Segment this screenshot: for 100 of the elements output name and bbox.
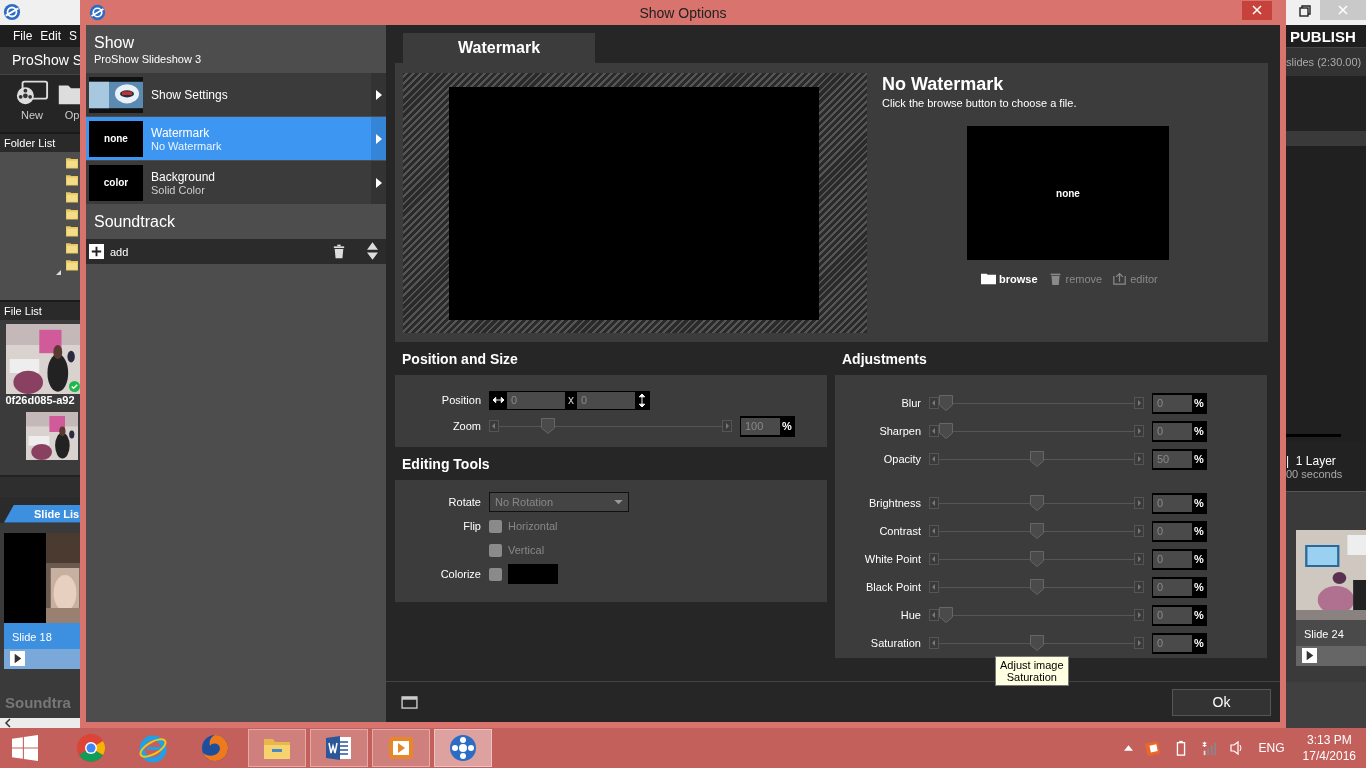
menu-item[interactable]: S: [69, 28, 78, 43]
app-tray-icon[interactable]: [1144, 740, 1161, 756]
folder-icon[interactable]: [66, 223, 78, 237]
plus-icon[interactable]: [89, 244, 104, 259]
checkbox[interactable]: [489, 567, 502, 581]
slider-thumb[interactable]: [1029, 451, 1044, 467]
slider-thumb[interactable]: [1029, 495, 1044, 511]
slider-right-button[interactable]: [1134, 425, 1144, 437]
menu-item[interactable]: File: [13, 28, 33, 43]
slider-thumb[interactable]: [1029, 551, 1044, 567]
slider-right-button[interactable]: [1134, 497, 1144, 509]
tooltip: Adjust image Saturation: [995, 656, 1069, 686]
slider-left-button[interactable]: [929, 525, 939, 537]
start-icon[interactable]: [12, 735, 38, 761]
slide-label: Slide 24: [1303, 627, 1345, 642]
up-down-arrows-icon[interactable]: [367, 242, 378, 261]
tab[interactable]: Watermark: [403, 33, 596, 63]
slider-left-button[interactable]: [929, 453, 939, 465]
item-title: Show Settings: [151, 87, 229, 102]
slider-thumb[interactable]: [939, 607, 953, 623]
unit-label: %: [1193, 453, 1205, 465]
toolbar-button[interactable]: New: [15, 79, 49, 132]
publish-menu[interactable]: PUBLISH: [1290, 27, 1356, 45]
slider-thumb[interactable]: [939, 423, 953, 439]
add-link[interactable]: add: [110, 245, 327, 258]
slider-right-button[interactable]: [1134, 453, 1144, 465]
folder-icon[interactable]: [66, 155, 78, 169]
show-hidden-icons-icon[interactable]: [1123, 745, 1133, 751]
folder-icon[interactable]: [66, 172, 78, 186]
language-indicator[interactable]: ENG: [1258, 741, 1285, 755]
restore-icon[interactable]: [1299, 5, 1311, 17]
unit-label: %: [1193, 525, 1205, 537]
value-field[interactable]: 50: [1153, 450, 1192, 468]
action-button[interactable]: browse: [981, 272, 1038, 285]
signal-icon[interactable]: [1200, 740, 1217, 756]
toolbar-button[interactable]: Op: [55, 79, 80, 132]
slider-right-button[interactable]: [1134, 525, 1144, 537]
slider-right-button[interactable]: [1134, 553, 1144, 565]
slider-left-button[interactable]: [929, 397, 939, 409]
ok-button[interactable]: Ok: [1172, 688, 1271, 716]
color-swatch[interactable]: [508, 564, 558, 584]
sidebar-item[interactable]: Show Settings: [86, 73, 386, 117]
slider-label: Saturation: [869, 637, 922, 649]
folder-icon[interactable]: [66, 240, 78, 254]
separator-label: x: [567, 393, 575, 407]
scroll-left-icon[interactable]: [4, 718, 12, 728]
clock[interactable]: 3:13 PM 17/4/2016: [1302, 732, 1356, 764]
scroll-bar[interactable]: [0, 718, 80, 728]
sidebar-item[interactable]: color Background Solid Color: [86, 161, 386, 205]
section-heading: Adjustments: [842, 350, 927, 367]
window-icon[interactable]: [401, 695, 418, 709]
folder-icon[interactable]: [66, 189, 78, 203]
slider-left-button[interactable]: [929, 497, 939, 509]
slide-card[interactable]: Slide 18: [4, 532, 80, 669]
panel-title: Folder List: [4, 136, 56, 149]
play-icon[interactable]: [1302, 648, 1317, 663]
slider-right-button[interactable]: [1134, 609, 1144, 621]
field-label: Colorize: [439, 568, 482, 580]
checkbox[interactable]: [489, 543, 502, 557]
close-button[interactable]: [1242, 0, 1272, 20]
rotation-dropdown[interactable]: No Rotation: [489, 492, 629, 512]
taskbar-app[interactable]: [372, 729, 430, 767]
slider-right-button[interactable]: [1134, 637, 1144, 649]
slider-left-button[interactable]: [489, 420, 499, 432]
value-field[interactable]: 100: [741, 417, 780, 435]
slider-label: White Point: [863, 553, 922, 565]
slider-left-button[interactable]: [929, 425, 939, 437]
slider-thumb[interactable]: [1029, 635, 1044, 651]
taskbar-app[interactable]: [310, 729, 368, 767]
slider-thumb[interactable]: [939, 395, 953, 411]
slide-list-tab[interactable]: Slide Lis: [4, 504, 80, 523]
slider-right-button[interactable]: [722, 420, 732, 432]
slide-card[interactable]: Slide 24: [1296, 530, 1366, 666]
play-icon[interactable]: [10, 650, 25, 666]
field-label: Rotate: [447, 496, 482, 508]
unit-label: %: [1193, 553, 1205, 565]
slider-left-button[interactable]: [929, 637, 939, 649]
slider-right-button[interactable]: [1134, 581, 1144, 593]
folder-icon[interactable]: [66, 257, 78, 271]
slider-thumb[interactable]: [1029, 523, 1044, 539]
slider-left-button[interactable]: [929, 553, 939, 565]
vertical-arrows-icon: [638, 393, 646, 407]
slider-thumb[interactable]: [1029, 579, 1044, 595]
film-reel-icon: [448, 733, 478, 763]
checkbox[interactable]: [489, 519, 502, 533]
slider-left-button[interactable]: [929, 581, 939, 593]
trash-icon[interactable]: [333, 244, 345, 259]
item-subtitle: Solid Color: [151, 183, 205, 196]
menu-item[interactable]: Edit: [40, 28, 62, 43]
slider-thumb[interactable]: [540, 418, 555, 434]
volume-icon[interactable]: [1228, 740, 1245, 756]
taskbar-app[interactable]: [434, 729, 492, 767]
unit-label: %: [781, 420, 793, 432]
show-name: ProShow Slideshow 3: [94, 53, 202, 65]
unit-label: %: [1193, 425, 1205, 437]
slider-right-button[interactable]: [1134, 397, 1144, 409]
folder-icon[interactable]: [66, 206, 78, 220]
unit-label: %: [1193, 609, 1205, 621]
slider-left-button[interactable]: [929, 609, 939, 621]
sidebar-item[interactable]: none Watermark No Watermark: [86, 117, 386, 161]
